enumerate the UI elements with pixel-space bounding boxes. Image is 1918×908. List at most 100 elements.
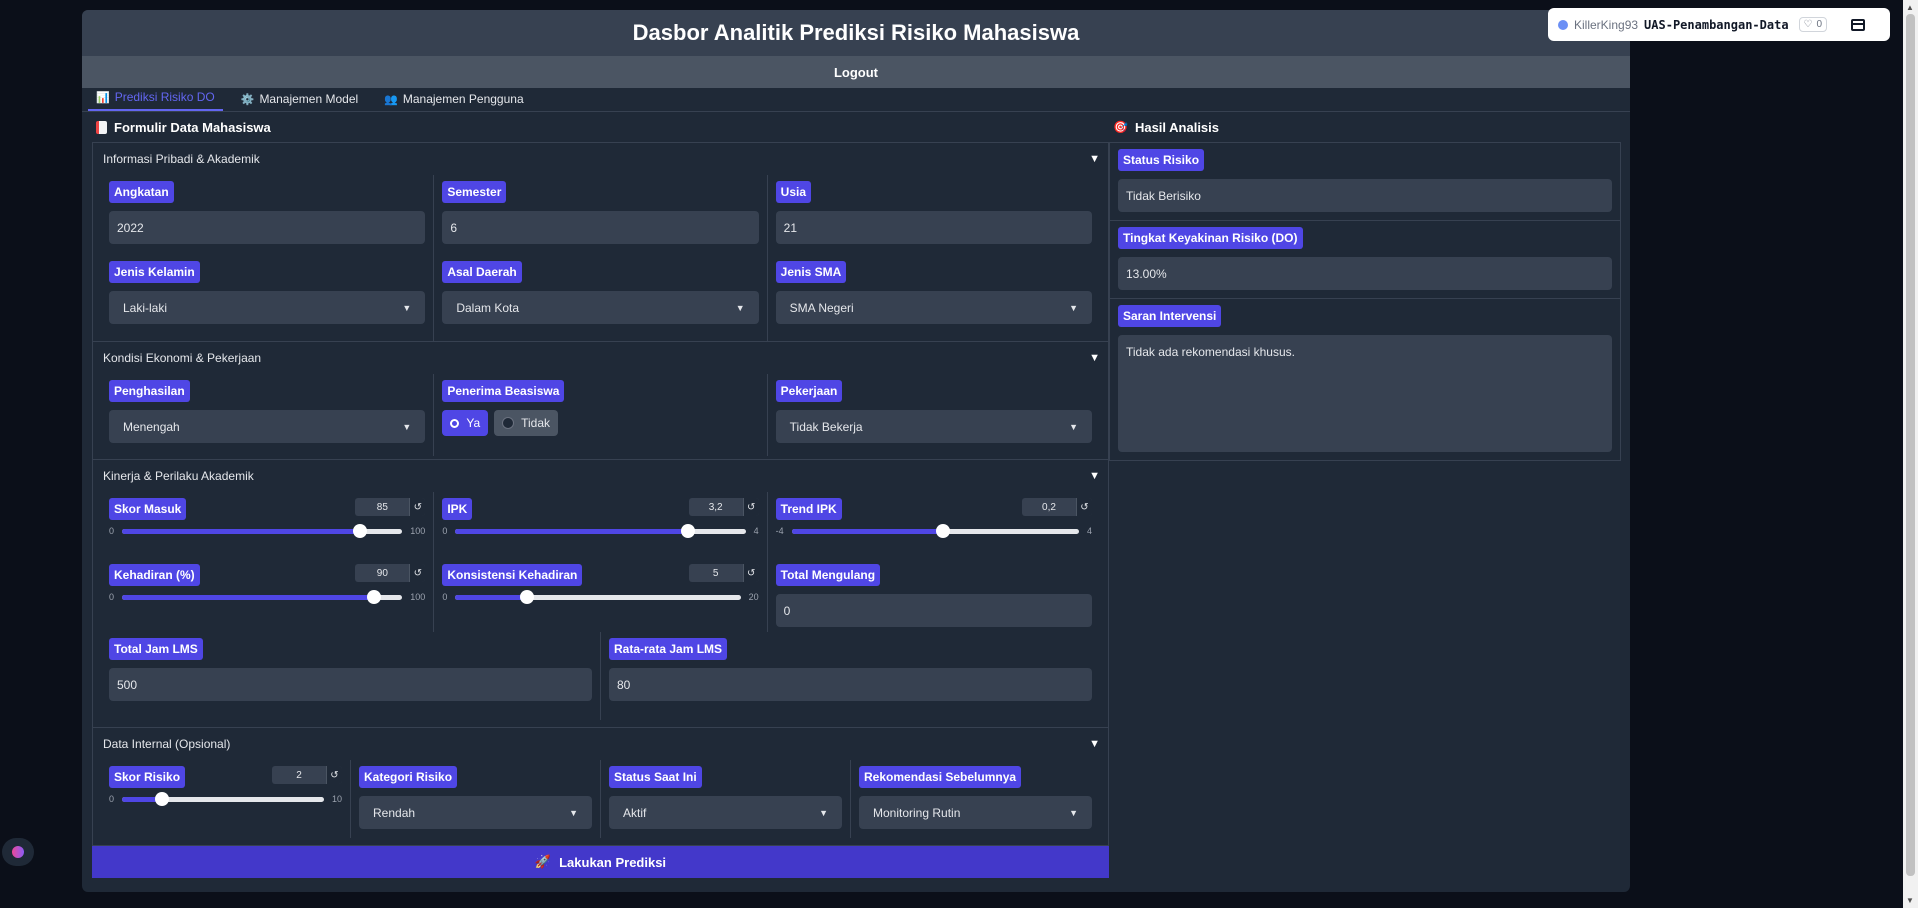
intervention-output[interactable]: Tidak ada rekomendasi khusus.: [1118, 335, 1612, 452]
accordion-economy: Kondisi Ekonomi & Pekerjaan ▼ Penghasila…: [92, 342, 1109, 460]
skor-masuk-number[interactable]: 85 ↺: [355, 498, 426, 516]
radio-ya[interactable]: Ya: [442, 410, 489, 436]
penghasilan-select[interactable]: Menengah ▼: [109, 410, 426, 443]
tab-prediksi-risiko[interactable]: 📊 Prediksi Risiko DO: [88, 90, 223, 111]
chevron-down-icon: ▼: [1069, 302, 1078, 313]
slider-thumb[interactable]: [353, 524, 368, 538]
slider-thumb[interactable]: [935, 524, 950, 538]
accordion-internal: Data Internal (Opsional) ▼ Skor Risiko 2…: [92, 728, 1109, 846]
field-label: Semester: [442, 181, 507, 203]
accordion-title: Kinerja & Perilaku Akademik: [103, 469, 254, 483]
konsistensi-number[interactable]: 5 ↺: [688, 564, 759, 582]
total-jam-lms-input[interactable]: 500: [109, 668, 592, 701]
skor-risiko-slider[interactable]: [122, 792, 324, 806]
reset-icon[interactable]: ↺: [409, 498, 426, 516]
skor-risiko-number[interactable]: 2 ↺: [272, 766, 342, 784]
like-button[interactable]: ♡ 0: [1798, 17, 1828, 32]
chart-icon: 📊: [96, 91, 110, 104]
jenis-sma-select[interactable]: SMA Negeri ▼: [775, 291, 1092, 324]
semester-input[interactable]: 6: [442, 211, 759, 244]
kategori-risiko-select[interactable]: Rendah ▼: [359, 796, 592, 829]
like-count: 0: [1816, 19, 1823, 30]
jenis-kelamin-select[interactable]: Laki-laki ▼: [109, 291, 426, 324]
caret-down-icon: ▼: [1089, 153, 1100, 165]
rata-jam-lms-input[interactable]: 80: [609, 668, 1092, 701]
form-row: Penghasilan Menengah ▼ Penerima Beasiswa: [93, 374, 1108, 456]
slider-min: 0: [109, 526, 115, 536]
tab-manajemen-model[interactable]: ⚙️ Manajemen Model: [233, 92, 366, 111]
field-label: Penghasilan: [109, 380, 190, 402]
space-user-link[interactable]: KillerKing93: [1574, 18, 1638, 32]
radio-tidak[interactable]: Tidak: [494, 410, 559, 436]
reset-icon[interactable]: ↺: [1075, 498, 1092, 516]
field-label: Asal Daerah: [442, 261, 522, 283]
accordion-title: Informasi Pribadi & Akademik: [103, 152, 260, 166]
accordion-header-performance[interactable]: Kinerja & Perilaku Akademik ▼: [93, 460, 1108, 492]
rekomendasi-select[interactable]: Monitoring Rutin ▼: [859, 796, 1092, 829]
angkatan-input[interactable]: 2022: [109, 211, 426, 244]
slider-fill: [455, 528, 688, 534]
field-kategori-risiko: Kategori Risiko Rendah ▼: [350, 760, 600, 838]
reset-icon[interactable]: ↺: [742, 498, 759, 516]
usia-input[interactable]: 21: [775, 211, 1092, 244]
logout-button[interactable]: Logout: [82, 56, 1630, 88]
slider-min: 0: [442, 526, 448, 536]
kehadiran-number[interactable]: 90 ↺: [355, 564, 426, 582]
kehadiran-slider[interactable]: [122, 590, 403, 604]
select-value: Monitoring Rutin: [873, 805, 961, 820]
trend-ipk-slider[interactable]: [791, 524, 1079, 538]
accordion-header-personal[interactable]: Informasi Pribadi & Akademik ▼: [93, 143, 1108, 175]
status-risiko-output[interactable]: Tidak Berisiko: [1118, 179, 1612, 212]
number-value: 2: [296, 769, 302, 781]
gear-icon: ⚙️: [240, 93, 255, 106]
scroll-up-icon[interactable]: ▲: [1906, 3, 1914, 12]
field-ipk: IPK 3,2 ↺ 0 4: [433, 492, 766, 558]
accordion-performance: Kinerja & Perilaku Akademik ▼ Skor Masuk…: [92, 460, 1109, 728]
accordion-header-economy[interactable]: Kondisi Ekonomi & Pekerjaan ▼: [93, 342, 1108, 374]
scroll-down-icon[interactable]: ▼: [1906, 896, 1914, 905]
skor-masuk-slider[interactable]: [122, 524, 403, 538]
ipk-number[interactable]: 3,2 ↺: [688, 498, 759, 516]
space-badge: KillerKing93 UAS-Penambangan-Data ♡ 0: [1548, 8, 1890, 41]
field-total-jam-lms: Total Jam LMS 500: [101, 632, 600, 720]
slider-thumb[interactable]: [519, 590, 534, 604]
slider-thumb[interactable]: [680, 524, 695, 538]
reset-icon[interactable]: ↺: [326, 766, 342, 784]
select-value: SMA Negeri: [789, 300, 854, 315]
scroll-thumb[interactable]: [1906, 14, 1915, 876]
title-bar: Dasbor Analitik Prediksi Risiko Mahasisw…: [82, 10, 1630, 56]
rocket-icon: 🚀: [534, 854, 552, 869]
reset-icon[interactable]: ↺: [409, 564, 426, 582]
slider: 0 4: [442, 524, 759, 538]
result-status: Status Risiko Tidak Berisiko: [1110, 143, 1620, 220]
slider-thumb[interactable]: [155, 792, 170, 806]
asal-daerah-select[interactable]: Dalam Kota ▼: [442, 291, 759, 324]
brand-logo-icon[interactable]: [2, 838, 34, 866]
slider-min: 0: [109, 592, 115, 602]
trend-ipk-number[interactable]: 0,2 ↺: [1021, 498, 1092, 516]
reset-icon[interactable]: ↺: [742, 564, 759, 582]
slider-fill: [791, 528, 943, 534]
ipk-slider[interactable]: [455, 524, 746, 538]
tab-manajemen-pengguna[interactable]: 👥 Manajemen Pengguna: [376, 92, 531, 111]
total-mengulang-input[interactable]: 0: [775, 594, 1092, 627]
slider-min: 0: [109, 794, 115, 804]
page-scrollbar[interactable]: ▲ ▼: [1903, 0, 1918, 908]
select-value: Aktif: [623, 805, 647, 820]
accordion-header-internal[interactable]: Data Internal (Opsional) ▼: [93, 728, 1108, 760]
status-saat-ini-select[interactable]: Aktif ▼: [609, 796, 842, 829]
window-icon[interactable]: [1851, 18, 1866, 31]
konsistensi-slider[interactable]: [455, 590, 741, 604]
space-repo-link[interactable]: UAS-Penambangan-Data: [1644, 18, 1789, 32]
result-confidence: Tingkat Keyakinan Risiko (DO) 13.00%: [1110, 220, 1620, 298]
slider-thumb[interactable]: [367, 590, 382, 604]
pekerjaan-select[interactable]: Tidak Bekerja ▼: [775, 410, 1092, 443]
field-penghasilan: Penghasilan Menengah ▼: [101, 374, 433, 456]
slider: 0 20: [442, 590, 759, 604]
confidence-output[interactable]: 13.00%: [1118, 257, 1612, 290]
heart-icon: ♡: [1803, 19, 1813, 30]
slider-max: 4: [1086, 526, 1092, 536]
predict-button[interactable]: 🚀 Lakukan Prediksi: [92, 846, 1109, 878]
field-status-saat-ini: Status Saat Ini Aktif ▼: [600, 760, 850, 838]
tab-label: Manajemen Pengguna: [402, 92, 524, 106]
